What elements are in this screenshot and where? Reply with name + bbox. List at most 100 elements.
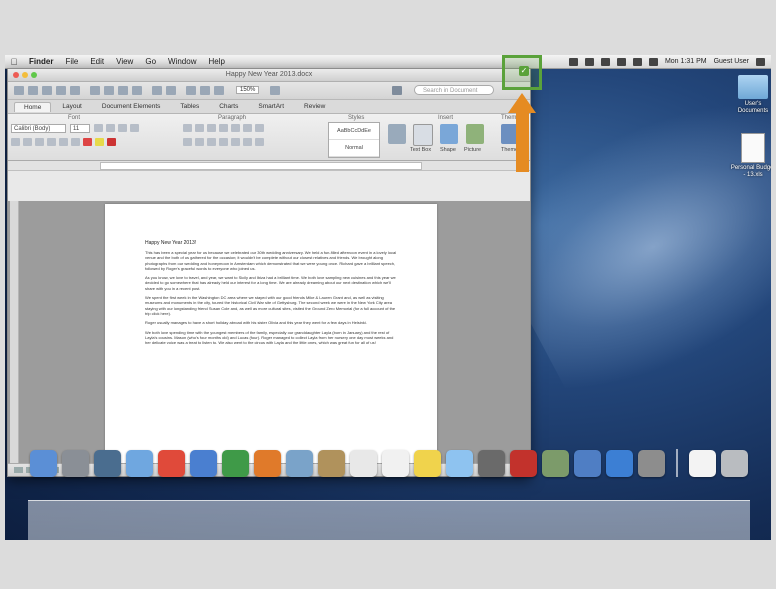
desktop-folder-documents[interactable]: User's Documents xyxy=(729,75,771,115)
menu-clock[interactable]: Mon 1:31 PM xyxy=(665,58,707,65)
spotlight-icon[interactable] xyxy=(756,57,765,66)
align-center-icon[interactable] xyxy=(195,138,204,146)
borders-icon[interactable] xyxy=(255,138,264,146)
styles-gallery[interactable]: AaBbCcDdEe Normal xyxy=(328,122,380,158)
screen-icon[interactable] xyxy=(568,57,578,66)
tab-home[interactable]: Home xyxy=(14,101,52,112)
italic-icon[interactable] xyxy=(23,138,32,146)
excel-icon[interactable] xyxy=(222,450,249,477)
underline-icon[interactable] xyxy=(35,138,44,146)
bold-icon[interactable] xyxy=(11,138,20,146)
vertical-ruler[interactable] xyxy=(10,201,19,464)
copy-icon[interactable] xyxy=(104,86,114,95)
cut-icon[interactable] xyxy=(90,86,100,95)
table-icon[interactable] xyxy=(186,86,196,95)
facetime-icon[interactable] xyxy=(478,450,505,477)
chrome-icon[interactable] xyxy=(158,450,185,477)
font-size-select[interactable]: 11 xyxy=(70,124,90,133)
powerpoint-icon[interactable] xyxy=(254,450,281,477)
bluetooth-icon[interactable] xyxy=(600,57,610,66)
tab-document-elements[interactable]: Document Elements xyxy=(93,102,170,111)
close-window-icon[interactable] xyxy=(13,72,19,78)
sidebar-icon[interactable] xyxy=(214,86,224,95)
textedit-icon[interactable] xyxy=(382,450,409,477)
menu-user[interactable]: Guest User xyxy=(714,58,749,65)
decrease-indent-icon[interactable] xyxy=(219,124,228,132)
strikethrough-icon[interactable] xyxy=(47,138,56,146)
text-effects-icon[interactable] xyxy=(83,138,92,146)
menu-window[interactable]: Window xyxy=(162,57,202,66)
search-input[interactable]: Search in Document xyxy=(414,85,494,95)
picture-icon[interactable] xyxy=(466,124,484,144)
safari-icon[interactable] xyxy=(126,450,153,477)
paste-icon[interactable] xyxy=(118,86,128,95)
tab-tables[interactable]: Tables xyxy=(171,102,208,111)
zoom-field[interactable]: 150% xyxy=(236,86,260,94)
shading-icon[interactable] xyxy=(243,138,252,146)
save-icon[interactable] xyxy=(56,86,66,95)
finder-icon[interactable] xyxy=(30,450,57,477)
menu-view[interactable]: View xyxy=(110,57,139,66)
increase-indent-icon[interactable] xyxy=(231,124,240,132)
calendar-icon[interactable] xyxy=(350,450,377,477)
shape-icon[interactable] xyxy=(440,124,458,144)
volume-icon[interactable] xyxy=(632,57,642,66)
bullets-icon[interactable] xyxy=(183,124,192,132)
desktop-file-budget[interactable]: Personal Budget - 13.xls xyxy=(729,133,771,179)
style-normal[interactable]: Normal xyxy=(329,140,379,157)
launchpad-icon[interactable] xyxy=(62,450,89,477)
battery-icon[interactable] xyxy=(648,57,658,66)
columns-icon[interactable] xyxy=(200,86,210,95)
tab-smartart[interactable]: SmartArt xyxy=(249,102,293,111)
open-icon[interactable] xyxy=(42,86,52,95)
styles-pane-icon[interactable] xyxy=(388,124,406,144)
subscript-icon[interactable] xyxy=(71,138,80,146)
align-right-icon[interactable] xyxy=(207,138,216,146)
templates-icon[interactable] xyxy=(28,86,38,95)
tab-charts[interactable]: Charts xyxy=(210,102,247,111)
stickies-icon[interactable] xyxy=(414,450,441,477)
messages-icon[interactable] xyxy=(446,450,473,477)
window-titlebar[interactable]: Happy New Year 2013.docx xyxy=(8,69,530,82)
document-page[interactable]: Happy New Year 2013! This has been a spe… xyxy=(105,204,437,464)
highlight-icon[interactable] xyxy=(95,138,104,146)
menu-help[interactable]: Help xyxy=(202,57,230,66)
show-marks-icon[interactable] xyxy=(255,124,264,132)
print-icon[interactable] xyxy=(70,86,80,95)
draft-view-icon[interactable] xyxy=(14,467,23,473)
tab-review[interactable]: Review xyxy=(295,102,334,111)
wifi-icon[interactable] xyxy=(616,57,626,66)
menu-finder[interactable]: Finder xyxy=(23,57,59,66)
format-painter-icon[interactable] xyxy=(132,86,142,95)
style-sample[interactable]: AaBbCcDdEe xyxy=(329,123,379,140)
clear-format-icon[interactable] xyxy=(130,124,139,132)
numbering-icon[interactable] xyxy=(195,124,204,132)
itunes-icon[interactable] xyxy=(574,450,601,477)
trash-icon[interactable] xyxy=(721,450,748,477)
search-toggle-icon[interactable] xyxy=(392,86,402,95)
full-screen-highlight[interactable]: ✓ xyxy=(502,55,542,90)
ruler-scale[interactable] xyxy=(100,162,422,170)
system-preferences-icon[interactable] xyxy=(638,450,665,477)
font-color-icon[interactable] xyxy=(107,138,116,146)
new-doc-icon[interactable] xyxy=(14,86,24,95)
minimize-window-icon[interactable] xyxy=(22,72,28,78)
tab-layout[interactable]: Layout xyxy=(53,102,91,111)
documents-stack-icon[interactable] xyxy=(689,450,716,477)
help-icon[interactable] xyxy=(270,86,280,95)
sort-icon[interactable] xyxy=(243,124,252,132)
preview-icon[interactable] xyxy=(286,450,313,477)
text-box-icon[interactable] xyxy=(413,124,433,146)
full-screen-icon[interactable]: ✓ xyxy=(519,66,529,76)
multilevel-icon[interactable] xyxy=(207,124,216,132)
redo-icon[interactable] xyxy=(166,86,176,95)
undo-icon[interactable] xyxy=(152,86,162,95)
photobooth-icon[interactable] xyxy=(510,450,537,477)
time-machine-icon[interactable] xyxy=(584,57,594,66)
font-name-select[interactable]: Calibri (Body) xyxy=(11,124,66,133)
line-spacing-icon[interactable] xyxy=(231,138,240,146)
align-left-icon[interactable] xyxy=(183,138,192,146)
shrink-font-icon[interactable] xyxy=(106,124,115,132)
contacts-icon[interactable] xyxy=(318,450,345,477)
zoom-window-icon[interactable] xyxy=(31,72,37,78)
